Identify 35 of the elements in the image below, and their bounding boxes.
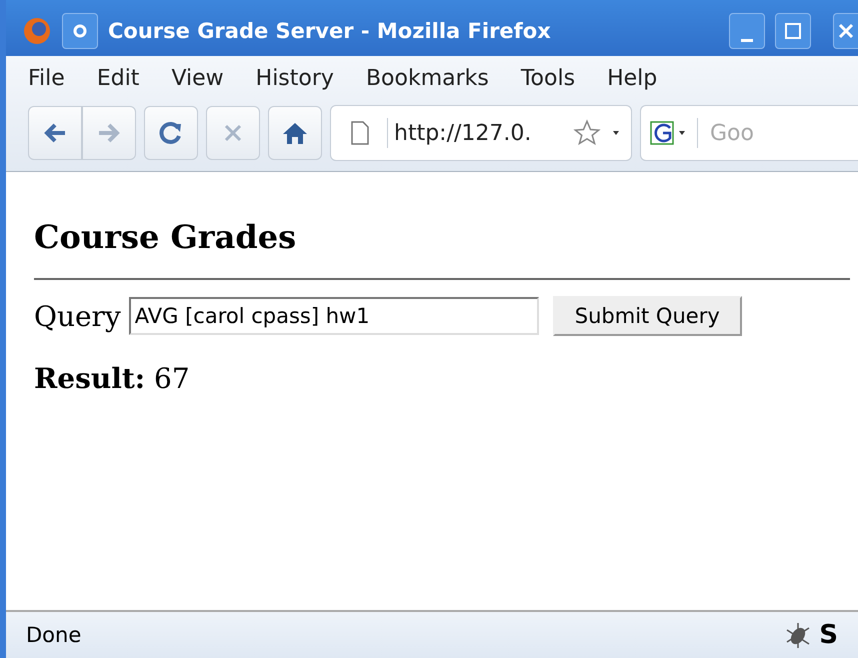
browser-logo-icon	[22, 16, 52, 46]
menu-item[interactable]: Edit	[96, 66, 140, 91]
page-heading: Course Grades	[34, 218, 298, 256]
minimize-button[interactable]	[729, 13, 765, 49]
menu-item[interactable]: File	[28, 66, 65, 91]
result-text: Result: 67	[34, 362, 191, 395]
reload-icon	[159, 121, 183, 145]
query-label: Query	[34, 300, 121, 332]
star-icon[interactable]	[573, 119, 601, 147]
back-button[interactable]	[28, 106, 82, 160]
menu-item[interactable]: History	[256, 66, 334, 91]
circle-icon	[72, 23, 88, 39]
query-field[interactable]: AVG [carol cpass] hw1	[128, 297, 539, 335]
menu-item[interactable]: Tools	[520, 66, 576, 91]
home-button[interactable]	[268, 106, 322, 160]
back-arrow-icon	[43, 122, 67, 144]
submit-button[interactable]: Submit Query	[552, 296, 742, 336]
menu-item[interactable]: Bookmarks	[366, 66, 489, 91]
home-icon	[282, 121, 308, 145]
script-badge[interactable]: S	[819, 620, 838, 650]
maximize-button[interactable]	[775, 13, 811, 49]
forward-arrow-icon	[97, 122, 121, 144]
url-text: http://127.0.	[393, 120, 532, 146]
status-text: Done	[26, 623, 82, 647]
window-title: Course Grade Server - Mozilla Firefox	[108, 19, 552, 43]
maximize-icon	[784, 22, 802, 40]
address-bar[interactable]: http://127.0.	[330, 105, 632, 161]
stop-icon	[223, 123, 243, 143]
menu-item[interactable]: View	[171, 66, 224, 91]
reload-button[interactable]	[144, 106, 198, 160]
close-icon	[838, 23, 854, 39]
minimize-icon	[741, 38, 753, 42]
close-button[interactable]	[833, 13, 858, 49]
menu-item[interactable]: Help	[607, 66, 658, 91]
window-menu-button[interactable]	[62, 13, 98, 49]
